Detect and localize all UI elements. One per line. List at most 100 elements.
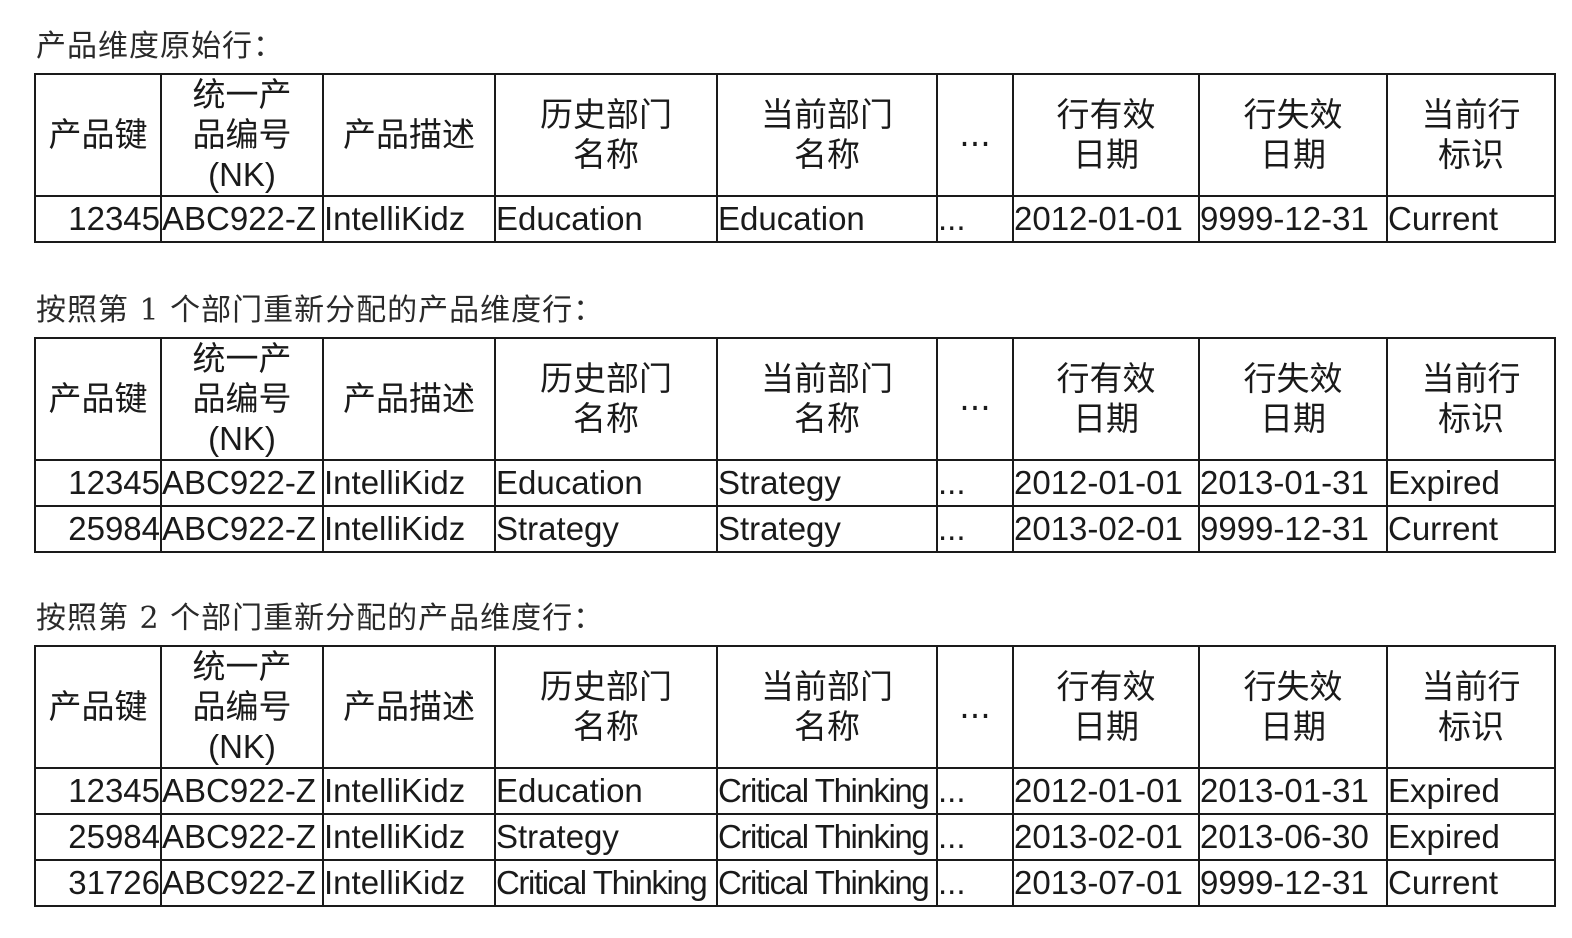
cell-product-key: 31726 [34,859,162,907]
cell-product-key: 12345 [34,767,162,815]
cell-row-expiration: 9999-12-31 [1198,505,1388,553]
table-reassign-1-rows: 产品键 统一产 品编号 (NK) 产品描述 历史部门 名称 当前部门 名称 ..… [34,337,1556,553]
cell-product-key: 12345 [34,459,162,507]
header-row-expiration: 行失效 日期 [1198,337,1388,461]
cell-natural-key: ABC922-Z [160,195,324,243]
header-row-effective-line1: 行有效 [1056,359,1156,398]
cell-hist-dept: Education [494,195,718,243]
cell-current-flag: Expired [1386,767,1556,815]
header-curr-dept: 当前部门 名称 [716,645,938,769]
cell-hist-dept: Strategy [494,505,718,553]
header-current-flag: 当前行 标识 [1386,73,1556,197]
cell-row-expiration: 9999-12-31 [1198,195,1388,243]
cell-natural-key: ABC922-Z [160,505,324,553]
cell-ellipsis: ... [936,767,1014,815]
cell-current-flag: Current [1386,195,1556,243]
header-product-desc: 产品描述 [322,337,496,461]
cell-natural-key: ABC922-Z [160,767,324,815]
cell-row-effective: 2012-01-01 [1012,459,1200,507]
header-row-effective: 行有效 日期 [1012,645,1200,769]
header-row-effective: 行有效 日期 [1012,73,1200,197]
header-row-expiration: 行失效 日期 [1198,645,1388,769]
table-row: 12345 ABC922-Z IntelliKidz Education Str… [34,459,1556,507]
cell-product-key: 25984 [34,813,162,861]
header-current-flag-line1: 当前行 [1421,95,1521,134]
table-header-row: 产品键 统一产 品编号 (NK) 产品描述 历史部门 名称 当前部门 名称 ..… [34,645,1556,769]
header-row-effective-line2: 日期 [1073,399,1139,438]
header-product-key: 产品键 [34,73,162,197]
header-hist-dept: 历史部门 名称 [494,73,718,197]
header-product-desc: 产品描述 [322,645,496,769]
header-natural-key-line3: (NK) [208,728,276,765]
cell-hist-dept: Education [494,767,718,815]
cell-row-effective: 2013-07-01 [1012,859,1200,907]
header-natural-key-line2: 品编号 [192,687,292,726]
cell-row-effective: 2012-01-01 [1012,195,1200,243]
cell-curr-dept: Strategy [716,459,938,507]
cell-product-desc: IntelliKidz [322,813,496,861]
table-reassign-2-rows: 产品键 统一产 品编号 (NK) 产品描述 历史部门 名称 当前部门 名称 ..… [34,645,1556,907]
cell-product-desc: IntelliKidz [322,505,496,553]
header-hist-dept-line1: 历史部门 [540,667,672,706]
header-row-expiration: 行失效 日期 [1198,73,1388,197]
header-row-expiration-line1: 行失效 [1243,667,1343,706]
cell-ellipsis: ... [936,195,1014,243]
header-curr-dept-line1: 当前部门 [761,667,893,706]
header-product-key: 产品键 [34,645,162,769]
cell-row-effective: 2012-01-01 [1012,767,1200,815]
table-header-row: 产品键 统一产 品编号 (NK) 产品描述 历史部门 名称 当前部门 名称 ..… [34,73,1556,197]
table-original-rows: 产品键 统一产 品编号 (NK) 产品描述 历史部门 名称 当前部门 名称 ..… [34,73,1556,243]
cell-product-desc: IntelliKidz [322,195,496,243]
cell-curr-dept: Critical Thinking [716,767,938,815]
table-row: 12345 ABC922-Z IntelliKidz Education Edu… [34,195,1556,243]
cell-current-flag: Current [1386,505,1556,553]
header-row-effective: 行有效 日期 [1012,337,1200,461]
header-current-flag-line2: 标识 [1438,135,1504,174]
cell-hist-dept: Critical Thinking [494,859,718,907]
cell-product-key: 25984 [34,505,162,553]
cell-natural-key: ABC922-Z [160,859,324,907]
table-row: 25984 ABC922-Z IntelliKidz Strategy Stra… [34,505,1556,553]
header-row-expiration-line2: 日期 [1260,707,1326,746]
header-row-effective-line1: 行有效 [1056,667,1156,706]
cell-ellipsis: ... [936,813,1014,861]
header-current-flag: 当前行 标识 [1386,645,1556,769]
cell-ellipsis: ... [936,859,1014,907]
cell-natural-key: ABC922-Z [160,813,324,861]
header-row-effective-line2: 日期 [1073,707,1139,746]
header-curr-dept-line1: 当前部门 [761,359,893,398]
cell-curr-dept: Critical Thinking [716,859,938,907]
header-ellipsis: ... [936,73,1014,197]
cell-row-effective: 2013-02-01 [1012,505,1200,553]
header-curr-dept-line2: 名称 [794,399,860,438]
header-hist-dept-line2: 名称 [573,135,639,174]
header-natural-key-line3: (NK) [208,420,276,457]
header-hist-dept-line2: 名称 [573,399,639,438]
cell-hist-dept: Education [494,459,718,507]
header-natural-key: 统一产 品编号 (NK) [160,337,324,461]
section-title-reassign-1: 按照第 1 个部门重新分配的产品维度行： [36,293,605,328]
header-hist-dept-line1: 历史部门 [540,359,672,398]
header-row-effective-line2: 日期 [1073,135,1139,174]
header-ellipsis: ... [936,645,1014,769]
header-row-expiration-line2: 日期 [1260,399,1326,438]
cell-curr-dept: Critical Thinking [716,813,938,861]
header-hist-dept-line2: 名称 [573,707,639,746]
cell-curr-dept: Education [716,195,938,243]
header-row-expiration-line1: 行失效 [1243,95,1343,134]
cell-product-key: 12345 [34,195,162,243]
cell-current-flag: Current [1386,859,1556,907]
header-current-flag-line2: 标识 [1438,399,1504,438]
table-row: 25984 ABC922-Z IntelliKidz Strategy Crit… [34,813,1556,861]
header-row-expiration-line2: 日期 [1260,135,1326,174]
section-title-reassign-2: 按照第 2 个部门重新分配的产品维度行： [36,601,605,636]
header-hist-dept-line1: 历史部门 [540,95,672,134]
cell-product-desc: IntelliKidz [322,859,496,907]
header-curr-dept-line2: 名称 [794,707,860,746]
header-current-flag-line1: 当前行 [1421,667,1521,706]
table-row: 12345 ABC922-Z IntelliKidz Education Cri… [34,767,1556,815]
cell-current-flag: Expired [1386,813,1556,861]
header-product-key: 产品键 [34,337,162,461]
table-row: 31726 ABC922-Z IntelliKidz Critical Thin… [34,859,1556,907]
cell-current-flag: Expired [1386,459,1556,507]
